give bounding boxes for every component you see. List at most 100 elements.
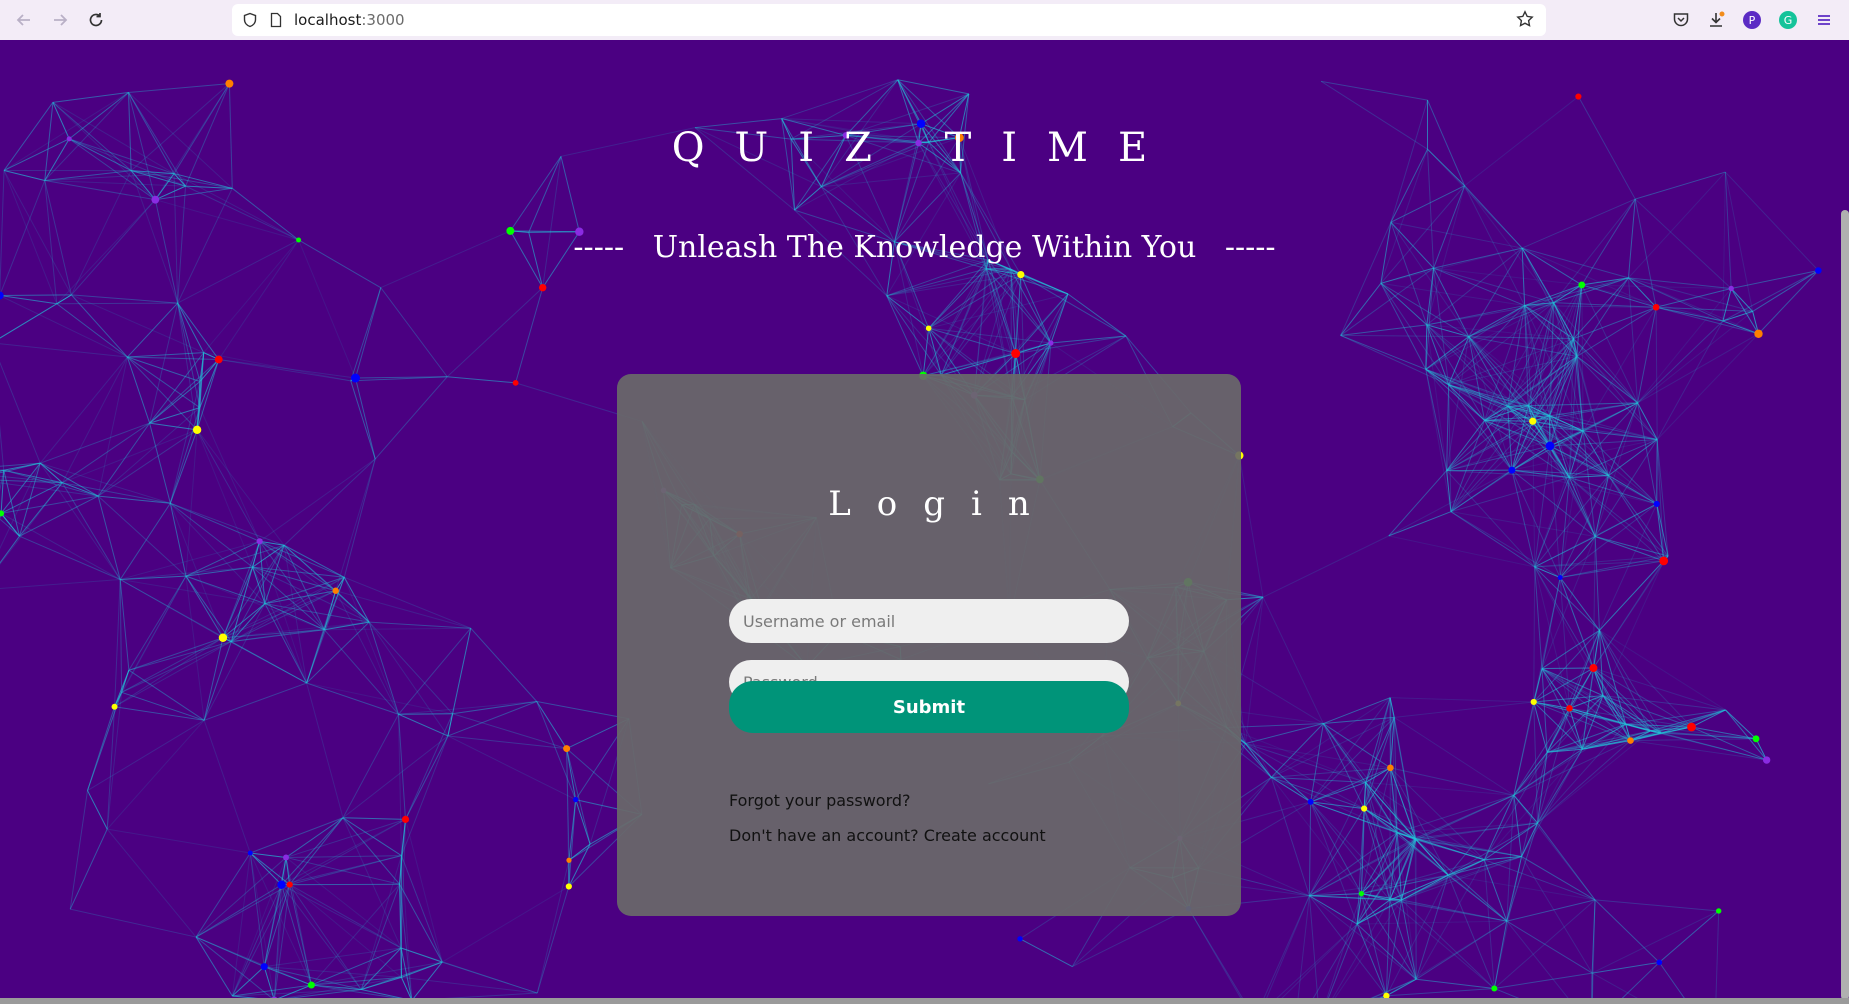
vertical-scrollbar[interactable] bbox=[1841, 210, 1849, 1000]
network-link bbox=[1583, 430, 1658, 441]
network-link bbox=[283, 544, 370, 623]
network-link bbox=[283, 545, 325, 630]
network-link bbox=[1394, 701, 1534, 718]
download-icon[interactable] bbox=[1705, 9, 1727, 31]
submit-button[interactable]: Submit bbox=[729, 681, 1129, 733]
network-link bbox=[128, 83, 230, 93]
network-link bbox=[1658, 910, 1720, 963]
network-link bbox=[398, 701, 537, 715]
network-link bbox=[940, 268, 987, 376]
network-dot bbox=[332, 587, 339, 594]
network-link bbox=[821, 172, 961, 188]
network-link bbox=[56, 303, 128, 358]
network-link bbox=[1483, 748, 1583, 861]
browser-toolbar: localhost:3000 P G bbox=[0, 0, 1849, 40]
network-link bbox=[360, 855, 402, 990]
network-link bbox=[380, 287, 448, 378]
network-dot bbox=[1557, 575, 1563, 581]
network-link bbox=[264, 947, 402, 968]
network-dot bbox=[1653, 500, 1660, 508]
profile-icon[interactable]: P bbox=[1741, 9, 1763, 31]
network-link bbox=[0, 511, 2, 514]
login-card: Login Submit Forgot your password? Don't… bbox=[617, 374, 1241, 916]
network-link bbox=[1637, 402, 1658, 505]
pocket-icon[interactable] bbox=[1670, 9, 1692, 31]
network-link bbox=[1635, 171, 1726, 200]
network-dot bbox=[1659, 556, 1669, 566]
network-link bbox=[195, 936, 312, 986]
network-link bbox=[1521, 752, 1548, 857]
network-link bbox=[1511, 470, 1536, 568]
network-link bbox=[1361, 893, 1507, 922]
network-link bbox=[87, 790, 108, 830]
network-link bbox=[1598, 503, 1658, 631]
network-dot bbox=[1387, 764, 1394, 772]
network-link bbox=[0, 361, 41, 464]
network-link bbox=[3, 169, 45, 181]
network-dot bbox=[1752, 735, 1760, 743]
network-link bbox=[1524, 305, 1638, 404]
network-link bbox=[44, 179, 186, 187]
network-dot bbox=[111, 703, 118, 710]
network-dot bbox=[1530, 698, 1537, 706]
network-dot bbox=[1017, 271, 1025, 279]
network-link bbox=[1266, 895, 1310, 998]
network-link bbox=[350, 287, 382, 382]
username-input[interactable] bbox=[729, 599, 1129, 643]
network-link bbox=[335, 458, 376, 591]
grammarly-icon[interactable]: G bbox=[1777, 9, 1799, 31]
shield-icon[interactable] bbox=[242, 12, 258, 32]
network-link bbox=[128, 575, 187, 671]
network-link bbox=[542, 156, 562, 288]
network-link bbox=[97, 495, 121, 580]
network-link bbox=[71, 294, 128, 358]
network-link bbox=[1262, 535, 1389, 598]
network-link bbox=[1238, 455, 1264, 598]
forgot-password-link[interactable]: Forgot your password? bbox=[729, 791, 911, 810]
address-bar[interactable]: localhost:3000 bbox=[232, 4, 1546, 36]
network-link bbox=[306, 682, 453, 715]
create-account-link[interactable]: Create account bbox=[924, 826, 1046, 845]
url-text[interactable]: localhost:3000 bbox=[294, 11, 405, 29]
network-dot bbox=[538, 283, 547, 292]
network-dot bbox=[1529, 417, 1537, 425]
network-link bbox=[231, 576, 345, 643]
network-link bbox=[1426, 324, 1534, 422]
network-link bbox=[1637, 333, 1759, 404]
back-icon[interactable] bbox=[13, 9, 35, 31]
network-dot bbox=[0, 510, 5, 517]
network-link bbox=[405, 713, 454, 820]
network-link bbox=[128, 641, 232, 671]
reload-icon[interactable] bbox=[85, 9, 107, 31]
network-dot bbox=[192, 425, 202, 435]
network-link bbox=[1731, 270, 1819, 289]
network-link bbox=[1725, 709, 1768, 761]
network-link bbox=[1010, 268, 1127, 337]
network-link bbox=[70, 908, 197, 938]
bookmark-star-icon[interactable] bbox=[1516, 10, 1534, 32]
network-dot bbox=[1575, 93, 1582, 100]
menu-icon[interactable] bbox=[1813, 9, 1835, 31]
network-link bbox=[1658, 962, 1685, 998]
horizontal-scrollbar[interactable] bbox=[0, 998, 1849, 1004]
network-link bbox=[447, 701, 537, 737]
network-link bbox=[1340, 334, 1469, 338]
network-link bbox=[1506, 920, 1569, 998]
network-link bbox=[1271, 776, 1311, 803]
network-link bbox=[281, 817, 344, 886]
network-dot bbox=[225, 79, 234, 88]
network-link bbox=[368, 621, 399, 715]
network-link bbox=[986, 268, 1069, 295]
forward-icon[interactable] bbox=[49, 9, 71, 31]
network-link bbox=[107, 828, 251, 854]
network-link bbox=[1388, 535, 1535, 568]
network-link bbox=[398, 627, 472, 715]
network-dot bbox=[218, 633, 228, 642]
network-dot bbox=[1627, 737, 1634, 744]
network-link bbox=[1506, 899, 1596, 922]
network-dot bbox=[401, 815, 410, 823]
network-link bbox=[1067, 293, 1127, 337]
network-link bbox=[1521, 748, 1583, 857]
network-link bbox=[185, 575, 266, 605]
network-link bbox=[87, 719, 205, 791]
